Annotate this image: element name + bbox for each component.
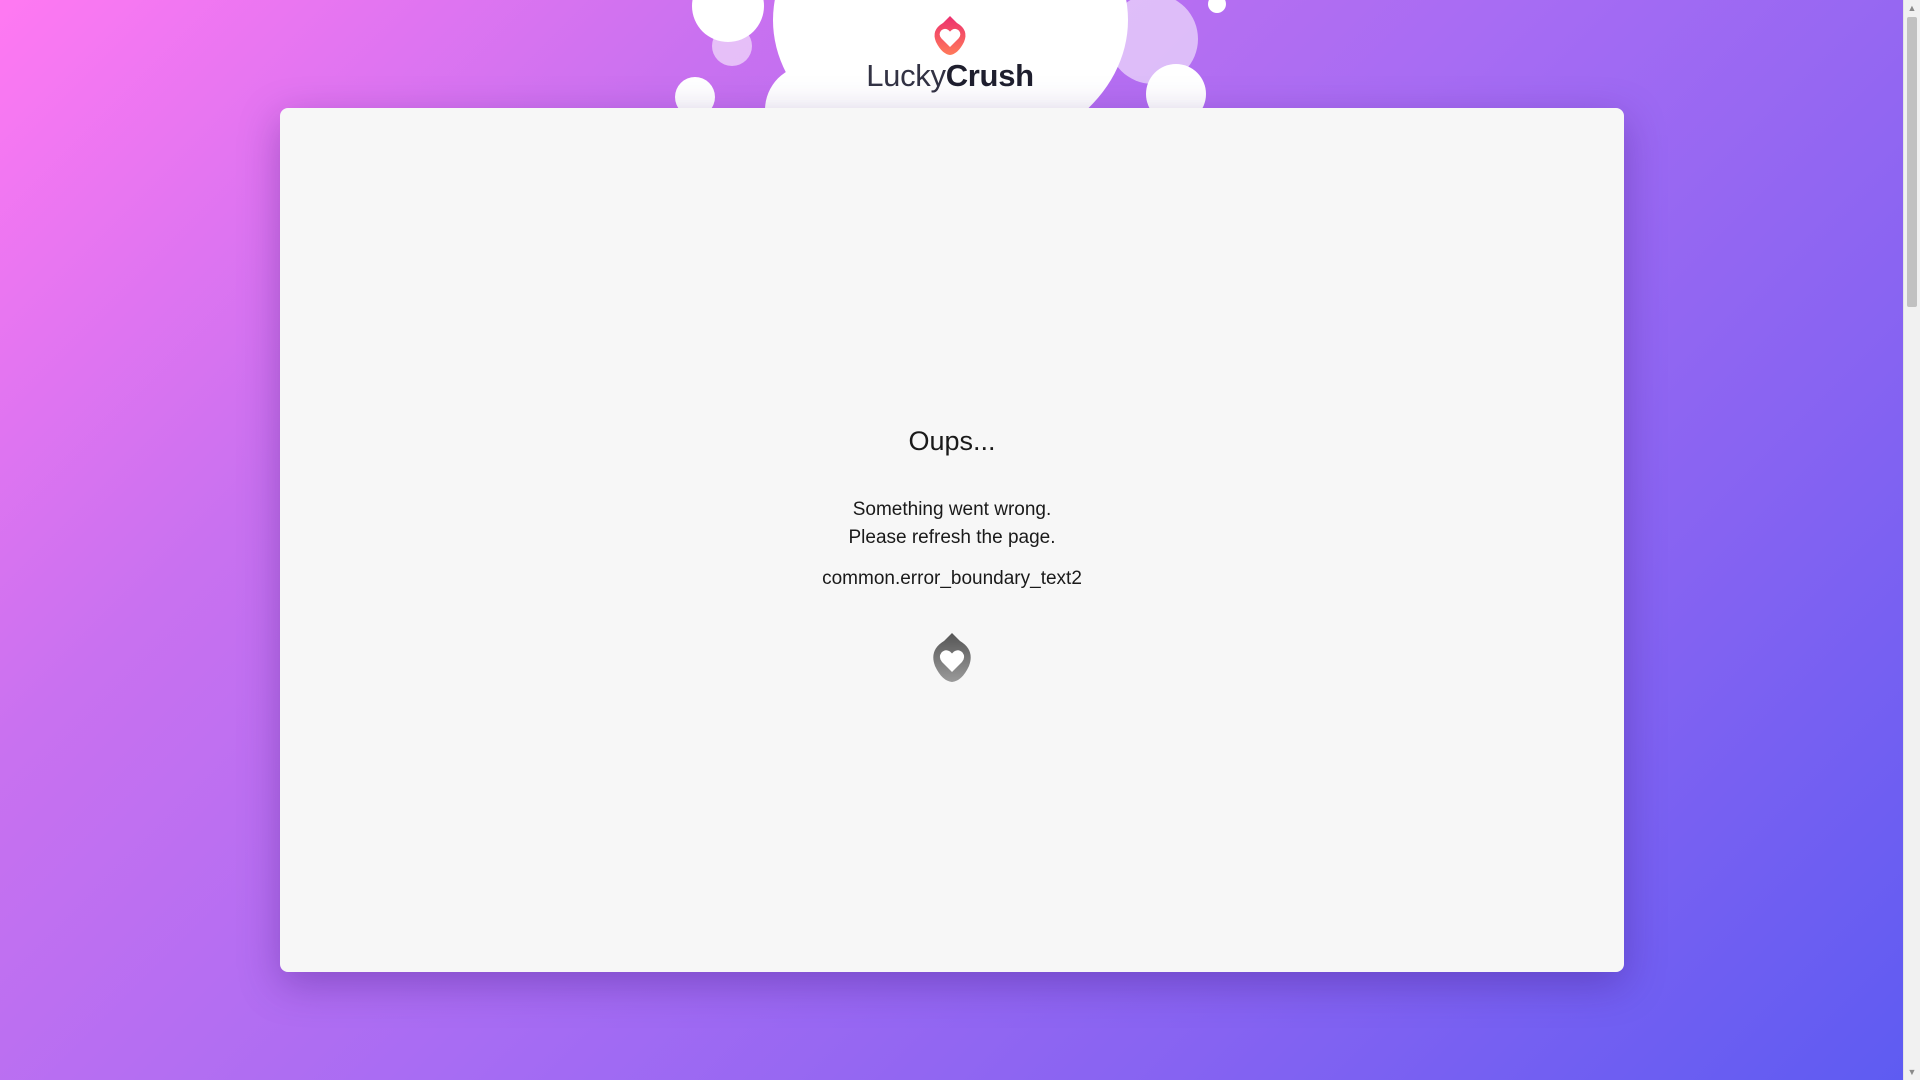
brand-name-light: Lucky [866, 58, 946, 93]
brand-logo-link[interactable]: LuckyCrush [640, 14, 1260, 94]
scroll-down-arrow-icon[interactable]: ▼ [1904, 1064, 1920, 1080]
site-header: LuckyCrush [640, 0, 1260, 108]
error-translation-key: common.error_boundary_text2 [822, 568, 1082, 589]
heart-flame-logo-icon [934, 16, 966, 55]
error-message-line2: Please refresh the page. [848, 527, 1056, 548]
decor-bubble [1208, 0, 1226, 13]
error-content: Oups... Something went wrong. Please ref… [280, 424, 1624, 683]
scroll-up-arrow-icon[interactable]: ▲ [1904, 0, 1920, 16]
scroll-thumb[interactable] [1907, 17, 1917, 307]
error-title: Oups... [908, 426, 996, 456]
error-message-line1: Something went wrong. [852, 499, 1052, 520]
brand-name-bold: Crush [945, 58, 1034, 93]
brand-name: LuckyCrush [640, 58, 1260, 94]
error-card: Oups... Something went wrong. Please ref… [280, 108, 1624, 972]
heart-flame-gray-icon [933, 633, 971, 682]
vertical-scrollbar[interactable]: ▲ ▼ [1903, 0, 1920, 1080]
